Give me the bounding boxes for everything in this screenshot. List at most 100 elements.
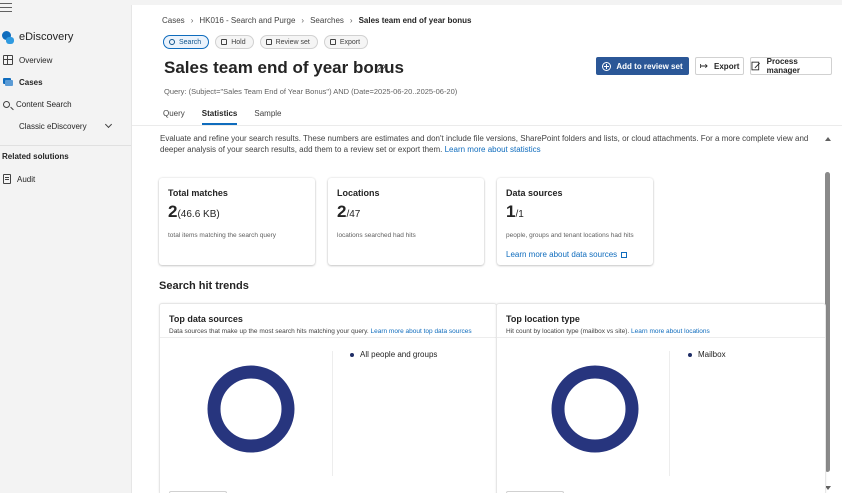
card-value-sub: /1 [515,209,524,220]
pill-review-set[interactable]: Review set [259,35,318,49]
nav-item-content-search[interactable]: Content Search [0,94,131,114]
nav-item-label: Content Search [16,99,72,109]
card-value-sub: /47 [346,209,361,220]
panel-description-text: Hit count by location type (mailbox vs s… [506,328,630,335]
donut-chart [207,365,295,453]
learn-more-top-data-sources-link[interactable]: Learn more about top data sources [370,328,471,335]
panel-description: Data sources that make up the most searc… [169,328,472,335]
workflow-pills: Search Hold Review set Export [163,35,369,49]
scroll-up-arrow-icon[interactable] [825,137,831,141]
card-value: 2/47 [337,202,360,222]
search-hit-trends-heading: Search hit trends [159,280,249,292]
left-nav: eDiscovery Overview Cases Content Search… [0,0,131,493]
breadcrumb-current: Sales team end of year bonus [358,16,472,25]
button-label: Export [714,61,740,71]
top-data-sources-panel: Top data sources Data sources that make … [159,303,497,493]
add-to-review-set-button[interactable]: Add to review set [596,57,689,75]
tab-statistics[interactable]: Statistics [201,109,237,125]
process-manager-button[interactable]: Process manager [750,57,832,75]
tab-list: Query Statistics Sample [163,109,299,125]
panel-description-text: Data sources that make up the most searc… [169,328,369,335]
panel-vertical-divider [669,351,670,476]
pill-label: Hold [231,38,246,46]
breadcrumb-case[interactable]: HK016 - Search and Purge [199,16,295,25]
card-description: locations searched had hits [337,232,416,239]
card-title: Data sources [506,188,563,198]
breadcrumb-searches[interactable]: Searches [310,16,344,25]
panel-divider [160,337,496,338]
lock-icon [221,39,228,45]
legend-item: Mailbox [688,350,726,359]
card-description: total items matching the search query [168,232,277,239]
app-header[interactable]: eDiscovery [0,28,73,46]
card-value-sub: (46.6 KB) [177,209,220,220]
nav-item-overview[interactable]: Overview [0,50,131,70]
nav-divider [0,145,131,146]
hamburger-menu-icon[interactable] [0,3,12,13]
legend-item: All people and groups [350,350,437,359]
document-icon [329,39,336,45]
app-name: eDiscovery [19,31,74,43]
nav-item-audit[interactable]: Audit [0,169,131,189]
export-button[interactable]: ↦ Export [695,57,744,75]
card-description: people, groups and tenant locations had … [506,232,634,239]
data-sources-card: Data sources 1/1 people, groups and tena… [497,178,653,265]
nav-item-classic-ediscovery[interactable]: Classic eDiscovery [0,116,131,136]
tab-sample[interactable]: Sample [254,109,281,123]
chevron-down-icon [104,120,113,129]
legend-dot [688,352,692,357]
button-label: Add to review set [616,61,683,71]
legend-dot [350,352,354,357]
statistics-description: Evaluate and refine your search results.… [160,133,810,155]
chevron-right-icon: › [190,16,194,25]
cases-icon [3,77,13,87]
panel-divider [497,337,825,338]
card-value: 2(46.6 KB) [168,202,220,222]
tab-query[interactable]: Query [163,109,185,123]
nav-item-cases[interactable]: Cases [0,72,131,92]
donut-segment-mailbox[interactable] [551,365,639,453]
pill-search[interactable]: Search [163,35,210,49]
review-set-icon [265,39,272,45]
breadcrumb: Cases › HK016 - Search and Purge › Searc… [162,16,472,25]
learn-more-statistics-link[interactable]: Learn more about statistics [445,145,541,154]
nav-item-label: Audit [17,174,36,184]
overview-icon [3,55,13,65]
panel-title: Top location type [506,314,580,324]
audit-icon [3,174,11,184]
donut-segment-all-people-and-groups[interactable] [207,365,295,453]
nav-item-label: Overview [19,55,53,65]
breadcrumb-cases[interactable]: Cases [162,16,185,25]
pill-label: Review set [275,38,310,46]
add-circle-icon [602,61,612,71]
chevron-right-icon: › [349,16,353,25]
open-external-icon [621,251,628,258]
pencil-icon[interactable] [377,64,386,73]
search-icon [169,39,175,45]
process-manager-icon [751,61,760,71]
query-text: Query: (Subject="Sales Team End of Year … [164,87,458,96]
card-title: Total matches [168,188,228,198]
page-title: Sales team end of year bonus [164,58,404,77]
pill-hold[interactable]: Hold [215,35,254,49]
learn-more-data-sources-link[interactable]: Learn more about data sources [506,250,628,259]
nav-item-label: Cases [19,77,43,87]
panel-vertical-divider [332,351,333,476]
panel-title: Top data sources [169,314,243,324]
button-label: Process manager [766,57,800,75]
legend-label: All people and groups [360,350,438,359]
ediscovery-logo-icon [1,28,15,46]
tabs-divider [132,125,842,126]
pill-label: Export [339,38,361,46]
pill-export[interactable]: Export [323,35,369,49]
related-solutions-heading: Related solutions [2,152,69,161]
main-panel: Cases › HK016 - Search and Purge › Searc… [131,5,842,493]
locations-card: Locations 2/47 locations searched had hi… [328,178,484,265]
link-label: Learn more about data sources [506,250,618,259]
learn-more-locations-link[interactable]: Learn more about locations [631,328,710,335]
pill-label: Search [179,38,202,46]
card-title: Locations [337,188,380,198]
chevron-right-icon: › [301,16,305,25]
export-arrow-icon: ↦ [699,60,709,72]
